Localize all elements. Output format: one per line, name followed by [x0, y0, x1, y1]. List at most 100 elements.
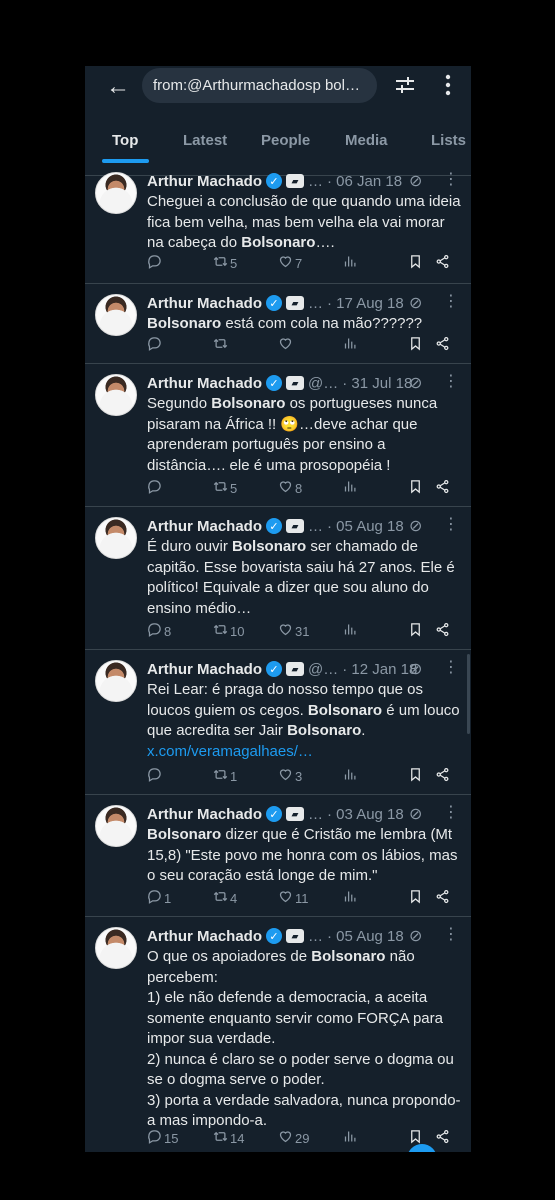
grok-icon[interactable]: ⊘: [409, 804, 422, 824]
reply-button[interactable]: 1: [147, 889, 171, 907]
like-button[interactable]: 11: [278, 889, 309, 907]
views-button[interactable]: [343, 767, 358, 785]
bookmark-button[interactable]: [408, 479, 423, 497]
avatar[interactable]: [95, 294, 137, 336]
author-handle[interactable]: …: [308, 173, 323, 190]
tweet-date[interactable]: · 17 Aug 18: [327, 295, 404, 312]
views-button[interactable]: [343, 622, 358, 640]
retweet-button[interactable]: 10: [213, 622, 244, 640]
more-options-icon[interactable]: ⋮: [443, 657, 459, 677]
bookmark-button[interactable]: [408, 622, 423, 640]
views-button[interactable]: [343, 254, 358, 272]
tab-lists[interactable]: Lists: [431, 124, 466, 156]
more-options-icon[interactable]: ⋮: [443, 169, 459, 189]
author-handle[interactable]: …: [308, 928, 323, 945]
retweet-button[interactable]: 5: [213, 479, 237, 497]
tab-media[interactable]: Media: [345, 124, 388, 156]
grok-icon[interactable]: ⊘: [409, 926, 422, 946]
share-button[interactable]: [435, 479, 450, 497]
author-handle[interactable]: @…: [308, 375, 338, 392]
tweet-card[interactable]: Arthur Machado ✓ ▰ @… · 31 Jul 18 ⊘ ⋮ Segundo B…: [85, 364, 471, 507]
grok-icon[interactable]: ⊘: [409, 171, 422, 191]
tweet-date[interactable]: · 31 Jul 18: [342, 375, 412, 392]
tab-people[interactable]: People: [261, 124, 310, 156]
like-button[interactable]: 7: [278, 254, 302, 272]
tweet-card[interactable]: Arthur Machado ✓ ▰ @… · 12 Jan 18 ⊘ ⋮ Rei Lear:…: [85, 650, 471, 795]
like-button[interactable]: 8: [278, 479, 302, 497]
avatar[interactable]: [95, 517, 137, 559]
grok-icon[interactable]: ⊘: [409, 516, 422, 536]
retweet-button[interactable]: 14: [213, 1129, 244, 1147]
avatar[interactable]: [95, 805, 137, 847]
author-handle[interactable]: …: [308, 806, 323, 823]
more-options-icon[interactable]: ⋮: [443, 802, 459, 822]
scrollbar[interactable]: [467, 654, 470, 734]
reply-button[interactable]: [147, 767, 164, 785]
search-input[interactable]: from:@Arthurmachadosp bol…: [142, 68, 377, 103]
tweet-card[interactable]: Arthur Machado ✓ ▰… · 05 Aug 18 ⊘ ⋮ É duro ouv…: [85, 507, 471, 650]
like-button[interactable]: [278, 336, 295, 354]
tweet-date[interactable]: · 05 Aug 18: [327, 518, 404, 535]
share-button[interactable]: [435, 254, 450, 272]
bookmark-button[interactable]: [408, 336, 423, 354]
reply-button[interactable]: 15: [147, 1129, 178, 1147]
views-button[interactable]: [343, 889, 358, 907]
tweet-link[interactable]: x.com/veramagalhaes/…: [147, 743, 313, 760]
more-options-icon[interactable]: ⋮: [443, 514, 459, 534]
like-button[interactable]: 3: [278, 767, 302, 785]
author-name[interactable]: Arthur Machado: [147, 928, 262, 945]
share-button[interactable]: [435, 767, 450, 785]
author-name[interactable]: Arthur Machado: [147, 661, 262, 678]
bookmark-button[interactable]: [408, 889, 423, 907]
bookmark-button[interactable]: [408, 254, 423, 272]
reply-button[interactable]: [147, 254, 164, 272]
tweet-date[interactable]: · 05 Aug 18: [327, 928, 404, 945]
more-options-icon[interactable]: ⋮: [443, 291, 459, 311]
like-button[interactable]: 29: [278, 1129, 309, 1147]
tab-top[interactable]: Top: [102, 124, 150, 163]
author-handle[interactable]: …: [308, 518, 323, 535]
retweet-button[interactable]: 1: [213, 767, 237, 785]
retweet-button[interactable]: [213, 336, 230, 354]
share-button[interactable]: [435, 889, 450, 907]
tweet-card[interactable]: Arthur Machado ✓ ▰… · 06 Jan 18 ⊘ ⋮ Cheguei a …: [85, 162, 471, 284]
views-button[interactable]: [343, 479, 358, 497]
tweet-card[interactable]: Arthur Machado ✓ ▰… · 05 Aug 18 ⊘ ⋮ O que os a…: [85, 917, 471, 1152]
grok-icon[interactable]: ⊘: [409, 659, 422, 679]
author-name[interactable]: Arthur Machado: [147, 295, 262, 312]
author-handle[interactable]: @…: [308, 661, 338, 678]
filter-sliders-icon[interactable]: [390, 70, 420, 100]
tweet-card[interactable]: Arthur Machado ✓ ▰… · 17 Aug 18 ⊘ ⋮ Bolsonaro …: [85, 284, 471, 364]
reply-button[interactable]: [147, 336, 164, 354]
views-button[interactable]: [343, 336, 358, 354]
retweet-button[interactable]: 5: [213, 254, 237, 272]
like-button[interactable]: 31: [278, 622, 309, 640]
reply-button[interactable]: 8: [147, 622, 171, 640]
bookmark-button[interactable]: [408, 767, 423, 785]
share-button[interactable]: [435, 1129, 450, 1147]
author-name[interactable]: Arthur Machado: [147, 375, 262, 392]
author-name[interactable]: Arthur Machado: [147, 518, 262, 535]
avatar[interactable]: [95, 927, 137, 969]
author-name[interactable]: Arthur Machado: [147, 173, 262, 190]
tweet-card[interactable]: Arthur Machado ✓ ▰… · 03 Aug 18 ⊘ ⋮ Bolsonaro …: [85, 795, 471, 917]
reply-button[interactable]: [147, 479, 164, 497]
author-handle[interactable]: …: [308, 295, 323, 312]
avatar[interactable]: [95, 660, 137, 702]
author-name[interactable]: Arthur Machado: [147, 806, 262, 823]
grok-icon[interactable]: ⊘: [409, 373, 422, 393]
more-options-icon[interactable]: ⋮: [443, 371, 459, 391]
tweet-date[interactable]: · 06 Jan 18: [327, 173, 402, 190]
tab-latest[interactable]: Latest: [183, 124, 227, 156]
avatar[interactable]: [95, 374, 137, 416]
share-button[interactable]: [435, 622, 450, 640]
views-button[interactable]: [343, 1129, 358, 1147]
grok-icon[interactable]: ⊘: [409, 293, 422, 313]
tweet-date[interactable]: · 12 Jan 18: [342, 661, 417, 678]
avatar[interactable]: [95, 172, 137, 214]
more-options-icon[interactable]: ⋮: [443, 924, 459, 944]
back-arrow-icon[interactable]: ←: [103, 72, 133, 102]
more-vertical-icon[interactable]: [433, 70, 463, 100]
tweet-date[interactable]: · 03 Aug 18: [327, 806, 404, 823]
retweet-button[interactable]: 4: [213, 889, 237, 907]
